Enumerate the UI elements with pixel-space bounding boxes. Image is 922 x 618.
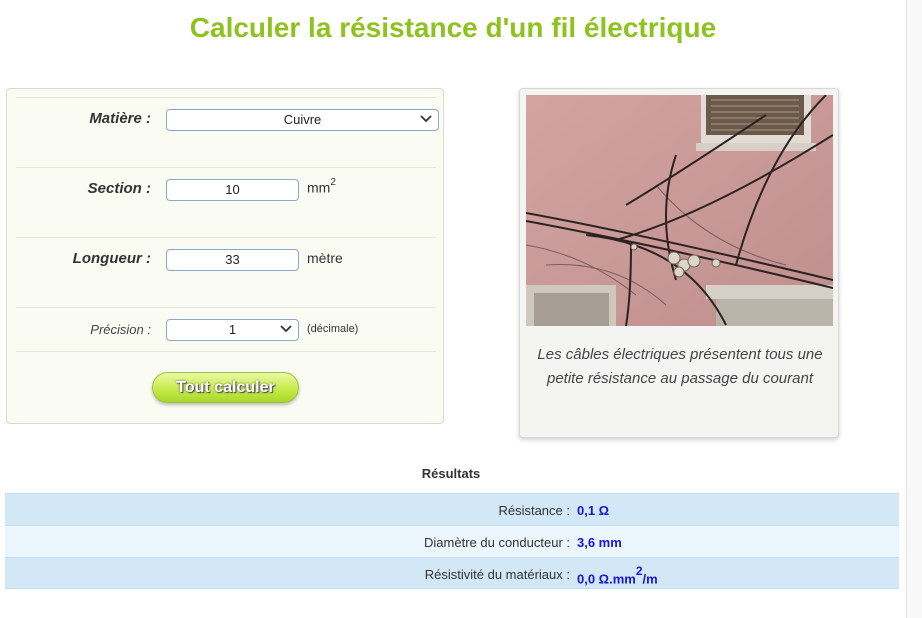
precision-value: 1 [228,322,237,337]
result-label-diametre: Diamètre du conducteur : [424,535,570,550]
section-input[interactable]: 10 [166,179,299,201]
section-unit: mm2 [307,177,336,196]
photo-caption: Les câbles électriques présentent tous u… [537,346,823,387]
section-value: 10 [225,182,240,197]
resistivite-value-exponent: 2 [635,564,643,578]
result-row-resistance: Résistance : 0,1 Ω [5,493,899,525]
resistivite-value-suffix: /m [642,571,658,587]
chevron-down-icon [420,115,432,123]
longueur-label: Longueur : [72,250,151,267]
row-matiere: Matière : Cuivre [16,97,439,167]
result-value-resistance: 0,1 Ω [577,503,610,518]
matiere-select[interactable]: Cuivre [166,109,439,131]
calculate-button[interactable]: Tout calculer [152,372,299,403]
longueur-input[interactable]: 33 [166,249,299,271]
precision-label: Précision : [90,322,151,337]
matiere-label: Matière : [89,110,151,127]
results-table: Résistance : 0,1 Ω Diamètre du conducteu… [5,493,899,589]
precision-select[interactable]: 1 [166,319,299,341]
resistivite-value-prefix: 0,0 Ω.mm [577,571,636,587]
result-row-diametre: Diamètre du conducteur : 3,6 mm [5,525,899,557]
section-label: Section : [87,180,151,197]
matiere-value: Cuivre [283,112,322,127]
precision-unit: (décimale) [307,323,359,335]
row-longueur: Longueur : 33 mètre [16,237,436,307]
section-unit-text: mm [307,179,331,196]
calculator-form: Matière : Cuivre Section : 10 mm2 Longue… [6,88,444,424]
section-unit-exponent: 2 [330,177,336,188]
row-section: Section : 10 mm2 [16,167,436,237]
photo-card: Les câbles électriques présentent tous u… [519,88,839,438]
result-label-resistance: Résistance : [498,503,570,518]
chevron-down-icon [280,325,292,333]
page: Calculer la résistance d'un fil électriq… [0,0,922,618]
result-value-diametre: 3,6 mm [577,535,622,550]
result-label-resistivite: Résistivité du matériaux : [424,567,570,582]
longueur-value: 33 [225,252,240,267]
electric-cables-photo [526,95,833,326]
cables-illustration [526,95,833,326]
longueur-unit: mètre [307,250,343,266]
row-divider [16,351,436,352]
result-value-resistivite: 0,0 Ω.mm2/m [577,564,658,587]
results-title: Résultats [421,466,481,481]
page-title: Calculer la résistance d'un fil électriq… [189,12,717,43]
result-row-resistivite: Résistivité du matériaux : 0,0 Ω.mm2/m [5,557,899,589]
row-precision: Précision : 1 (décimale) [16,307,436,351]
page-scrollbar[interactable] [906,0,922,618]
